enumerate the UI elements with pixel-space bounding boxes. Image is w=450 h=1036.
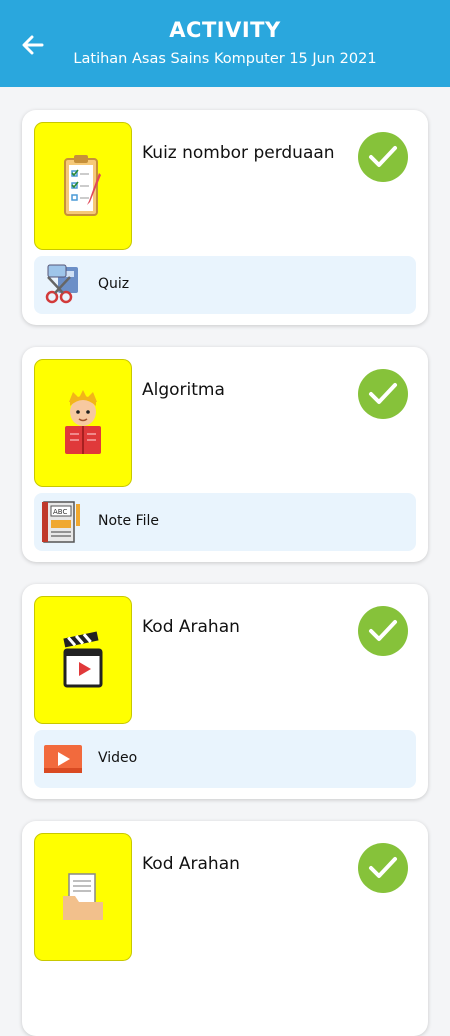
- activity-thumbnail: [34, 122, 132, 250]
- completed-check-icon: [358, 132, 408, 182]
- quiz-tools-icon: [40, 263, 86, 307]
- activity-type-bar[interactable]: Video: [34, 730, 416, 788]
- reading-boy-icon: [65, 390, 101, 454]
- page-title: ACTIVITY: [169, 18, 281, 42]
- completed-check-icon: [358, 843, 408, 893]
- activity-title: Kod Arahan: [142, 854, 240, 874]
- activity-card[interactable]: Kuiz nombor perduaan Quiz: [22, 110, 428, 325]
- video-icon: [40, 737, 86, 781]
- activity-title: Kuiz nombor perduaan: [142, 143, 335, 163]
- activity-title: Kod Arahan: [142, 617, 240, 637]
- activity-title: Algoritma: [142, 380, 225, 400]
- activity-thumbnail: [34, 833, 132, 961]
- activity-thumbnail: [34, 359, 132, 487]
- activity-type-bar[interactable]: ABC Note File: [34, 493, 416, 551]
- activity-type-label: Quiz: [98, 276, 130, 292]
- completed-check-icon: [358, 606, 408, 656]
- app-header: ACTIVITY Latihan Asas Sains Komputer 15 …: [0, 0, 450, 87]
- clapperboard-icon: [63, 631, 103, 688]
- activity-type-label: Note File: [98, 513, 160, 529]
- activity-type-bar[interactable]: Quiz: [34, 256, 416, 314]
- activity-thumbnail: [34, 596, 132, 724]
- clipboard-checklist-icon: [64, 155, 101, 216]
- completed-check-icon: [358, 369, 408, 419]
- activity-card[interactable]: Kod Arahan: [22, 821, 428, 1036]
- document-folder-icon: [63, 873, 103, 920]
- svg-text:ABC: ABC: [53, 508, 67, 516]
- note-file-icon: ABC: [40, 500, 86, 544]
- page-subtitle: Latihan Asas Sains Komputer 15 Jun 2021: [73, 51, 377, 67]
- activity-type-label: Video: [98, 750, 138, 766]
- activity-card[interactable]: Algoritma ABC Note File: [22, 347, 428, 562]
- activity-card[interactable]: Kod Arahan Video: [22, 584, 428, 799]
